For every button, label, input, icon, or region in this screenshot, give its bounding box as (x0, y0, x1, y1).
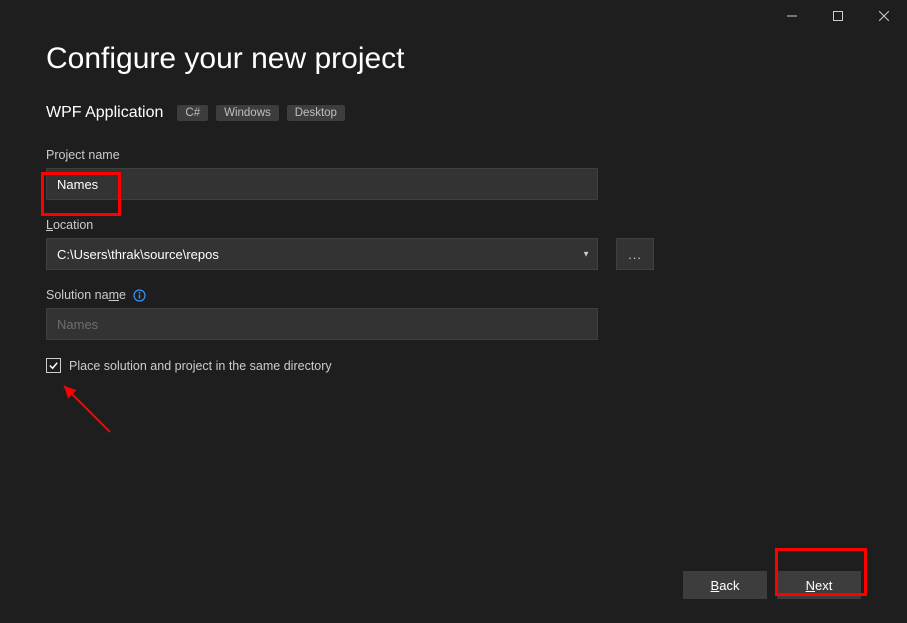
minimize-button[interactable] (769, 0, 815, 32)
next-button[interactable]: Next (777, 571, 861, 599)
dialog-footer: Back Next (683, 571, 861, 599)
same-directory-checkbox[interactable] (46, 358, 61, 373)
solution-name-label: Solution name (46, 288, 861, 302)
close-button[interactable] (861, 0, 907, 32)
maximize-icon (833, 11, 843, 21)
tag-windows: Windows (216, 105, 279, 121)
same-directory-row[interactable]: Place solution and project in the same d… (46, 358, 861, 373)
project-name-group: Project name (46, 148, 861, 200)
location-group: Location ▼ ... (46, 218, 861, 270)
info-icon[interactable] (133, 289, 146, 302)
tag-desktop: Desktop (287, 105, 345, 121)
annotation-arrow (52, 374, 122, 444)
browse-button[interactable]: ... (616, 238, 654, 270)
solution-name-group: Solution name (46, 288, 861, 340)
maximize-button[interactable] (815, 0, 861, 32)
back-button[interactable]: Back (683, 571, 767, 599)
project-name-label: Project name (46, 148, 861, 162)
tag-csharp: C# (177, 105, 208, 121)
location-label: Location (46, 218, 861, 232)
dialog-content: Configure your new project WPF Applicati… (0, 32, 907, 373)
template-tags: C# Windows Desktop (177, 105, 345, 121)
check-icon (48, 360, 59, 371)
solution-name-input (46, 308, 598, 340)
same-directory-label: Place solution and project in the same d… (69, 359, 332, 373)
project-name-input[interactable] (46, 168, 598, 200)
close-icon (879, 11, 889, 21)
titlebar (0, 0, 907, 32)
template-row: WPF Application C# Windows Desktop (46, 104, 861, 122)
location-input[interactable] (46, 238, 598, 270)
page-title: Configure your new project (46, 42, 861, 76)
minimize-icon (787, 11, 797, 21)
template-name: WPF Application (46, 104, 163, 122)
